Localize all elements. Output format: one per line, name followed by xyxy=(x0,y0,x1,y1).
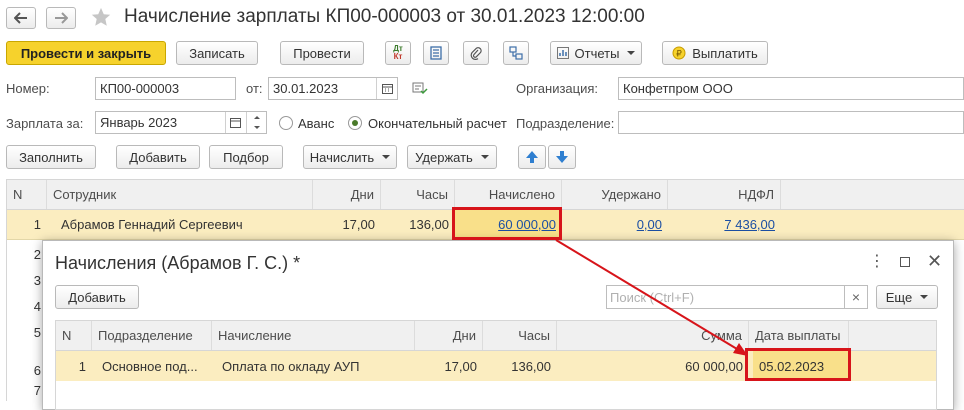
annotation-arrow xyxy=(555,239,748,356)
